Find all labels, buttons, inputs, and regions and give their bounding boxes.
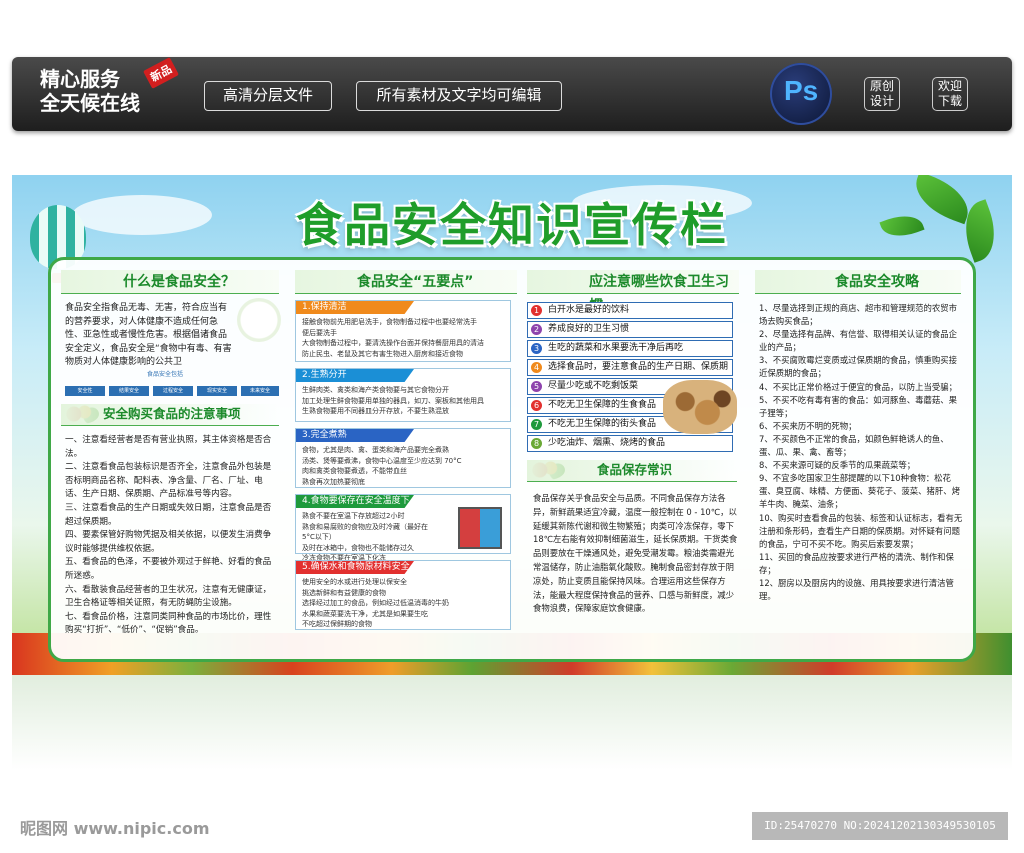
tip-card-body: 生鲜肉类、禽类和海产类食物要与其它食物分开 加工处理生鲜食物要用单独的器具，如刀…: [302, 386, 484, 415]
habit-number: 8: [531, 438, 542, 449]
tip-card-body: 使用安全的水或进行处理以保安全 挑选新鲜和有益健康的食物 选择经过加工的食品，例…: [302, 578, 449, 628]
habit-text: 养成良好的卫生习惯: [548, 324, 630, 334]
poster-title: 食品安全知识宣传栏: [296, 198, 728, 252]
habit-text: 选择食品时，要注意食品的生产日期、保质期: [548, 362, 729, 372]
tip-card: 3.完全煮熟 食物，尤其是肉、禽、蛋类和海产品要完全煮熟 汤类、煲等要煮沸，食物…: [295, 428, 511, 488]
habit-item: 3 生吃的蔬菜和水果要洗干净后再吃: [527, 340, 733, 357]
habit-number: 7: [531, 419, 542, 430]
watermark: 昵图网 www.nipic.com: [20, 819, 210, 838]
tree-node: 未来安全: [241, 386, 279, 396]
col3-body: 食品保存关乎食品安全与品质。不同食品保存方法各异，新鲜蔬果适宜冷藏，温度一般控制…: [533, 493, 738, 614]
habit-number: 5: [531, 381, 542, 392]
tip-card-title: 1.保持清洁: [296, 301, 414, 314]
habit-text: 生吃的蔬菜和水果要洗干净后再吃: [548, 343, 684, 353]
tree-node: 结果安全: [109, 386, 149, 396]
tip-card-body: 接触食物前先用肥皂洗手，食物制备过程中也要经常洗手 便后要洗手 大食物制备过程中…: [302, 318, 484, 358]
poster: 食品安全知识宣传栏 什么是食品安全？ 食品安全指食品无毒、无害，符合应当有的营养…: [12, 175, 1012, 675]
col3-subheading: 食品保存常识: [527, 460, 737, 482]
image-id-bar: ID:25470270 NO:20241202130349530105: [752, 812, 1008, 840]
habit-text: 不吃无卫生保障的街头食品: [548, 419, 657, 429]
tip-card-title: 3.完全煮熟: [296, 429, 414, 442]
habit-number: 3: [531, 343, 542, 354]
content-board: 什么是食品安全？ 食品安全指食品无毒、无害，符合应当有的营养要求，对人体健康不造…: [48, 257, 976, 662]
habit-item: 2 养成良好的卫生习惯: [527, 321, 733, 338]
fridge-icon: [458, 507, 502, 549]
habit-item: 8 少吃油炸、烟熏、烧烤的食品: [527, 435, 733, 452]
original-design-button[interactable]: 原创 设计: [864, 77, 900, 111]
tip-card: 2.生熟分开 生鲜肉类、禽类和海产类食物要与其它食物分开 加工处理生鲜食物要用单…: [295, 368, 511, 422]
habit-number: 1: [531, 305, 542, 316]
tip-card: 5.确保水和食物原材料安全 使用安全的水或进行处理以保安全 挑选新鲜和有益健康的…: [295, 560, 511, 630]
col1-subheading: 安全购买食品的注意事项: [61, 404, 279, 426]
pill-layered-file: 高清分层文件: [204, 81, 332, 111]
tip-card-body: 熟食不要在室温下存放超过2小时 熟食和易腐败的食物应及时冷藏（最好在5°C以下）…: [302, 512, 428, 562]
brand-text: 精心服务 全天候在线: [40, 67, 140, 115]
top-banner: 精心服务 全天候在线 新品 高清分层文件 所有素材及文字均可编辑 Ps 原创 设…: [12, 57, 1012, 131]
brand-line2: 全天候在线: [40, 91, 140, 115]
col4-heading: 食品安全攻略: [755, 270, 961, 294]
col1-heading: 什么是食品安全？: [61, 270, 279, 294]
tip-card-body: 食物，尤其是肉、禽、蛋类和海产品要完全煮熟 汤类、煲等要煮沸，食物中心温度至少应…: [302, 446, 462, 486]
tip-card: 1.保持清洁 接触食物前先用肥皂洗手，食物制备过程中也要经常洗手 便后要洗手 大…: [295, 300, 511, 362]
habit-number: 6: [531, 400, 542, 411]
tip-card-title: 5.确保水和食物原材料安全: [296, 561, 414, 574]
download-button[interactable]: 欢迎 下载: [932, 77, 968, 111]
habit-text: 尽量少吃或不吃剩饭菜: [548, 381, 639, 391]
habit-number: 2: [531, 324, 542, 335]
habit-item: 1 白开水是最好的饮料: [527, 302, 733, 319]
tip-card-title: 4.食物要保存在安全温度下: [296, 495, 414, 508]
nuts-illustration: [663, 380, 737, 434]
col4-body: 1、尽量选择到正规的商店、超市和管理规范的农贸市场去购买食品； 2、尽量选择有品…: [759, 303, 963, 602]
tree-root: 食品安全包括: [147, 371, 184, 378]
habit-item: 4 选择食品时，要注意食品的生产日期、保质期: [527, 359, 733, 376]
safety-tree: 安全性 结果安全 过程安全 现实安全 未来安全: [65, 386, 279, 398]
tip-card: 4.食物要保存在安全温度下 熟食不要在室温下存放超过2小时 熟食和易腐败的食物应…: [295, 494, 511, 562]
brand-line1: 精心服务: [40, 67, 120, 91]
pill-editable: 所有素材及文字均可编辑: [356, 81, 562, 111]
tip-card-title: 2.生熟分开: [296, 369, 414, 382]
col1-body: 一、注意看经营者是否有营业执照，其主体资格是否合法。 二、注意看食品包装标识是否…: [65, 435, 272, 636]
poster-reflection: [12, 675, 1012, 770]
photoshop-icon: Ps: [770, 63, 832, 125]
col1-intro: 食品安全指食品无毒、无害，符合应当有的营养要求，对人体健康不造成任何急性、亚急性…: [65, 303, 232, 367]
col2-heading: 食品安全“五要点”: [295, 270, 517, 294]
habit-text: 少吃油炸、烟熏、烧烤的食品: [548, 438, 666, 448]
tree-node: 安全性: [65, 386, 105, 396]
habit-text: 不吃无卫生保障的生食食品: [548, 400, 657, 410]
tree-node: 过程安全: [153, 386, 193, 396]
habit-text: 白开水是最好的饮料: [548, 305, 630, 315]
ps-label: Ps: [784, 75, 819, 106]
habit-number: 4: [531, 362, 542, 373]
col3-heading: 应注意哪些饮食卫生习惯: [527, 270, 739, 314]
new-badge: 新品: [143, 57, 179, 89]
family-illustration: [237, 298, 281, 342]
tree-node: 现实安全: [197, 386, 237, 396]
